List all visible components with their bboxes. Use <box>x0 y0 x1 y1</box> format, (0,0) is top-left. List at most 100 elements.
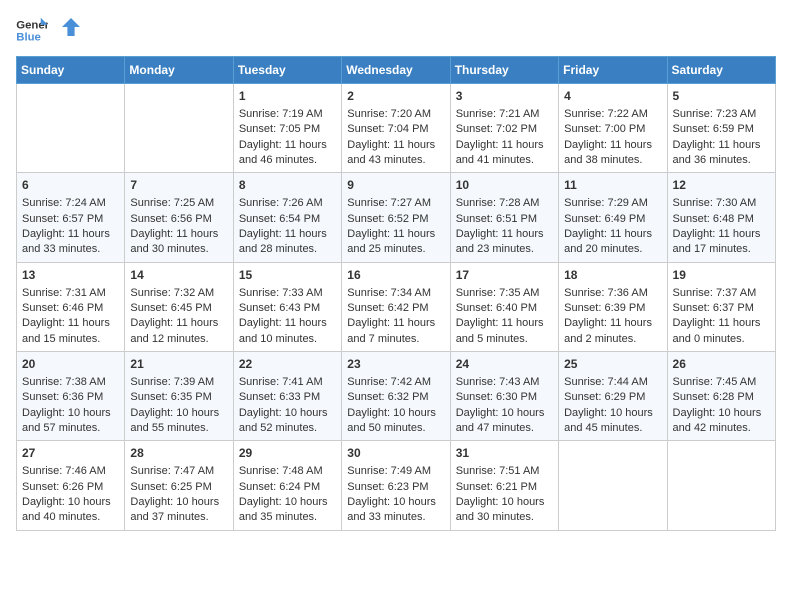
sunset-text: Sunset: 6:51 PM <box>456 212 553 227</box>
sunset-text: Sunset: 6:33 PM <box>239 390 336 405</box>
day-number: 27 <box>22 445 119 462</box>
sunset-text: Sunset: 7:04 PM <box>347 122 444 137</box>
day-number: 6 <box>22 177 119 194</box>
calendar-cell: 29Sunrise: 7:48 AMSunset: 6:24 PMDayligh… <box>233 441 341 530</box>
sunset-text: Sunset: 6:56 PM <box>130 212 227 227</box>
sunset-text: Sunset: 7:05 PM <box>239 122 336 137</box>
day-number: 19 <box>673 267 770 284</box>
sunrise-text: Sunrise: 7:27 AM <box>347 196 444 211</box>
daylight-text: Daylight: 11 hours and 43 minutes. <box>347 138 444 169</box>
header-day-friday: Friday <box>559 57 667 84</box>
calendar-cell: 15Sunrise: 7:33 AMSunset: 6:43 PMDayligh… <box>233 262 341 351</box>
sunrise-text: Sunrise: 7:38 AM <box>22 375 119 390</box>
daylight-text: Daylight: 11 hours and 12 minutes. <box>130 316 227 347</box>
day-number: 31 <box>456 445 553 462</box>
sunrise-text: Sunrise: 7:26 AM <box>239 196 336 211</box>
calendar-week-5: 27Sunrise: 7:46 AMSunset: 6:26 PMDayligh… <box>17 441 776 530</box>
calendar-cell: 12Sunrise: 7:30 AMSunset: 6:48 PMDayligh… <box>667 173 775 262</box>
day-number: 14 <box>130 267 227 284</box>
day-number: 11 <box>564 177 661 194</box>
calendar-cell <box>17 84 125 173</box>
day-number: 3 <box>456 88 553 105</box>
sunrise-text: Sunrise: 7:28 AM <box>456 196 553 211</box>
calendar-cell: 2Sunrise: 7:20 AMSunset: 7:04 PMDaylight… <box>342 84 450 173</box>
sunrise-text: Sunrise: 7:30 AM <box>673 196 770 211</box>
day-number: 8 <box>239 177 336 194</box>
day-number: 7 <box>130 177 227 194</box>
daylight-text: Daylight: 11 hours and 0 minutes. <box>673 316 770 347</box>
sunset-text: Sunset: 6:40 PM <box>456 301 553 316</box>
sunset-text: Sunset: 6:57 PM <box>22 212 119 227</box>
sunrise-text: Sunrise: 7:49 AM <box>347 464 444 479</box>
sunset-text: Sunset: 6:46 PM <box>22 301 119 316</box>
sunset-text: Sunset: 6:54 PM <box>239 212 336 227</box>
calendar-cell: 21Sunrise: 7:39 AMSunset: 6:35 PMDayligh… <box>125 352 233 441</box>
calendar-cell: 11Sunrise: 7:29 AMSunset: 6:49 PMDayligh… <box>559 173 667 262</box>
daylight-text: Daylight: 10 hours and 47 minutes. <box>456 406 553 437</box>
calendar-week-2: 6Sunrise: 7:24 AMSunset: 6:57 PMDaylight… <box>17 173 776 262</box>
header-day-wednesday: Wednesday <box>342 57 450 84</box>
header-day-monday: Monday <box>125 57 233 84</box>
calendar-cell: 1Sunrise: 7:19 AMSunset: 7:05 PMDaylight… <box>233 84 341 173</box>
header-day-saturday: Saturday <box>667 57 775 84</box>
daylight-text: Daylight: 11 hours and 36 minutes. <box>673 138 770 169</box>
calendar-cell: 8 Sunrise: 7:26 AMSunset: 6:54 PMDaylight… <box>233 173 341 262</box>
calendar-cell: 24Sunrise: 7:43 AMSunset: 6:30 PMDayligh… <box>450 352 558 441</box>
daylight-text: Daylight: 11 hours and 38 minutes. <box>564 138 661 169</box>
sunset-text: Sunset: 6:42 PM <box>347 301 444 316</box>
logo-icon: General Blue <box>16 16 48 44</box>
sunrise-text: Sunrise: 7:20 AM <box>347 107 444 122</box>
sunset-text: Sunset: 6:25 PM <box>130 480 227 495</box>
calendar-cell <box>667 441 775 530</box>
calendar-cell: 27Sunrise: 7:46 AMSunset: 6:26 PMDayligh… <box>17 441 125 530</box>
day-number: 21 <box>130 356 227 373</box>
day-number: 29 <box>239 445 336 462</box>
daylight-text: Daylight: 10 hours and 30 minutes. <box>456 495 553 526</box>
daylight-text: Daylight: 11 hours and 28 minutes. <box>239 227 336 258</box>
sunset-text: Sunset: 6:30 PM <box>456 390 553 405</box>
calendar-week-1: 1Sunrise: 7:19 AMSunset: 7:05 PMDaylight… <box>17 84 776 173</box>
calendar-cell: 6Sunrise: 7:24 AMSunset: 6:57 PMDaylight… <box>17 173 125 262</box>
day-number: 26 <box>673 356 770 373</box>
sunrise-text: Sunrise: 7:32 AM <box>130 286 227 301</box>
daylight-text: Daylight: 11 hours and 10 minutes. <box>239 316 336 347</box>
calendar-cell: 16Sunrise: 7:34 AMSunset: 6:42 PMDayligh… <box>342 262 450 351</box>
sunrise-text: Sunrise: 7:23 AM <box>673 107 770 122</box>
daylight-text: Daylight: 11 hours and 7 minutes. <box>347 316 444 347</box>
calendar-cell <box>125 84 233 173</box>
sunset-text: Sunset: 6:32 PM <box>347 390 444 405</box>
day-number: 9 <box>347 177 444 194</box>
calendar-cell: 22Sunrise: 7:41 AMSunset: 6:33 PMDayligh… <box>233 352 341 441</box>
sunset-text: Sunset: 6:21 PM <box>456 480 553 495</box>
daylight-text: Daylight: 11 hours and 25 minutes. <box>347 227 444 258</box>
sunrise-text: Sunrise: 7:45 AM <box>673 375 770 390</box>
sunrise-text: Sunrise: 7:47 AM <box>130 464 227 479</box>
day-number: 5 <box>673 88 770 105</box>
sunset-text: Sunset: 7:02 PM <box>456 122 553 137</box>
sunrise-text: Sunrise: 7:41 AM <box>239 375 336 390</box>
daylight-text: Daylight: 10 hours and 40 minutes. <box>22 495 119 526</box>
day-number: 13 <box>22 267 119 284</box>
header-day-thursday: Thursday <box>450 57 558 84</box>
daylight-text: Daylight: 11 hours and 33 minutes. <box>22 227 119 258</box>
calendar-cell: 14Sunrise: 7:32 AMSunset: 6:45 PMDayligh… <box>125 262 233 351</box>
sunrise-text: Sunrise: 7:42 AM <box>347 375 444 390</box>
calendar-cell: 4Sunrise: 7:22 AMSunset: 7:00 PMDaylight… <box>559 84 667 173</box>
daylight-text: Daylight: 11 hours and 15 minutes. <box>22 316 119 347</box>
sunset-text: Sunset: 6:36 PM <box>22 390 119 405</box>
day-number: 17 <box>456 267 553 284</box>
sunset-text: Sunset: 6:24 PM <box>239 480 336 495</box>
daylight-text: Daylight: 10 hours and 45 minutes. <box>564 406 661 437</box>
sunset-text: Sunset: 6:28 PM <box>673 390 770 405</box>
day-number: 18 <box>564 267 661 284</box>
sunrise-text: Sunrise: 7:29 AM <box>564 196 661 211</box>
sunrise-text: Sunrise: 7:31 AM <box>22 286 119 301</box>
sunset-text: Sunset: 6:43 PM <box>239 301 336 316</box>
calendar-cell: 9Sunrise: 7:27 AMSunset: 6:52 PMDaylight… <box>342 173 450 262</box>
calendar-cell <box>559 441 667 530</box>
sunset-text: Sunset: 6:23 PM <box>347 480 444 495</box>
page-header: General Blue <box>16 16 776 44</box>
sunrise-text: Sunrise: 7:46 AM <box>22 464 119 479</box>
logo-arrow-icon <box>62 18 80 36</box>
sunset-text: Sunset: 7:00 PM <box>564 122 661 137</box>
